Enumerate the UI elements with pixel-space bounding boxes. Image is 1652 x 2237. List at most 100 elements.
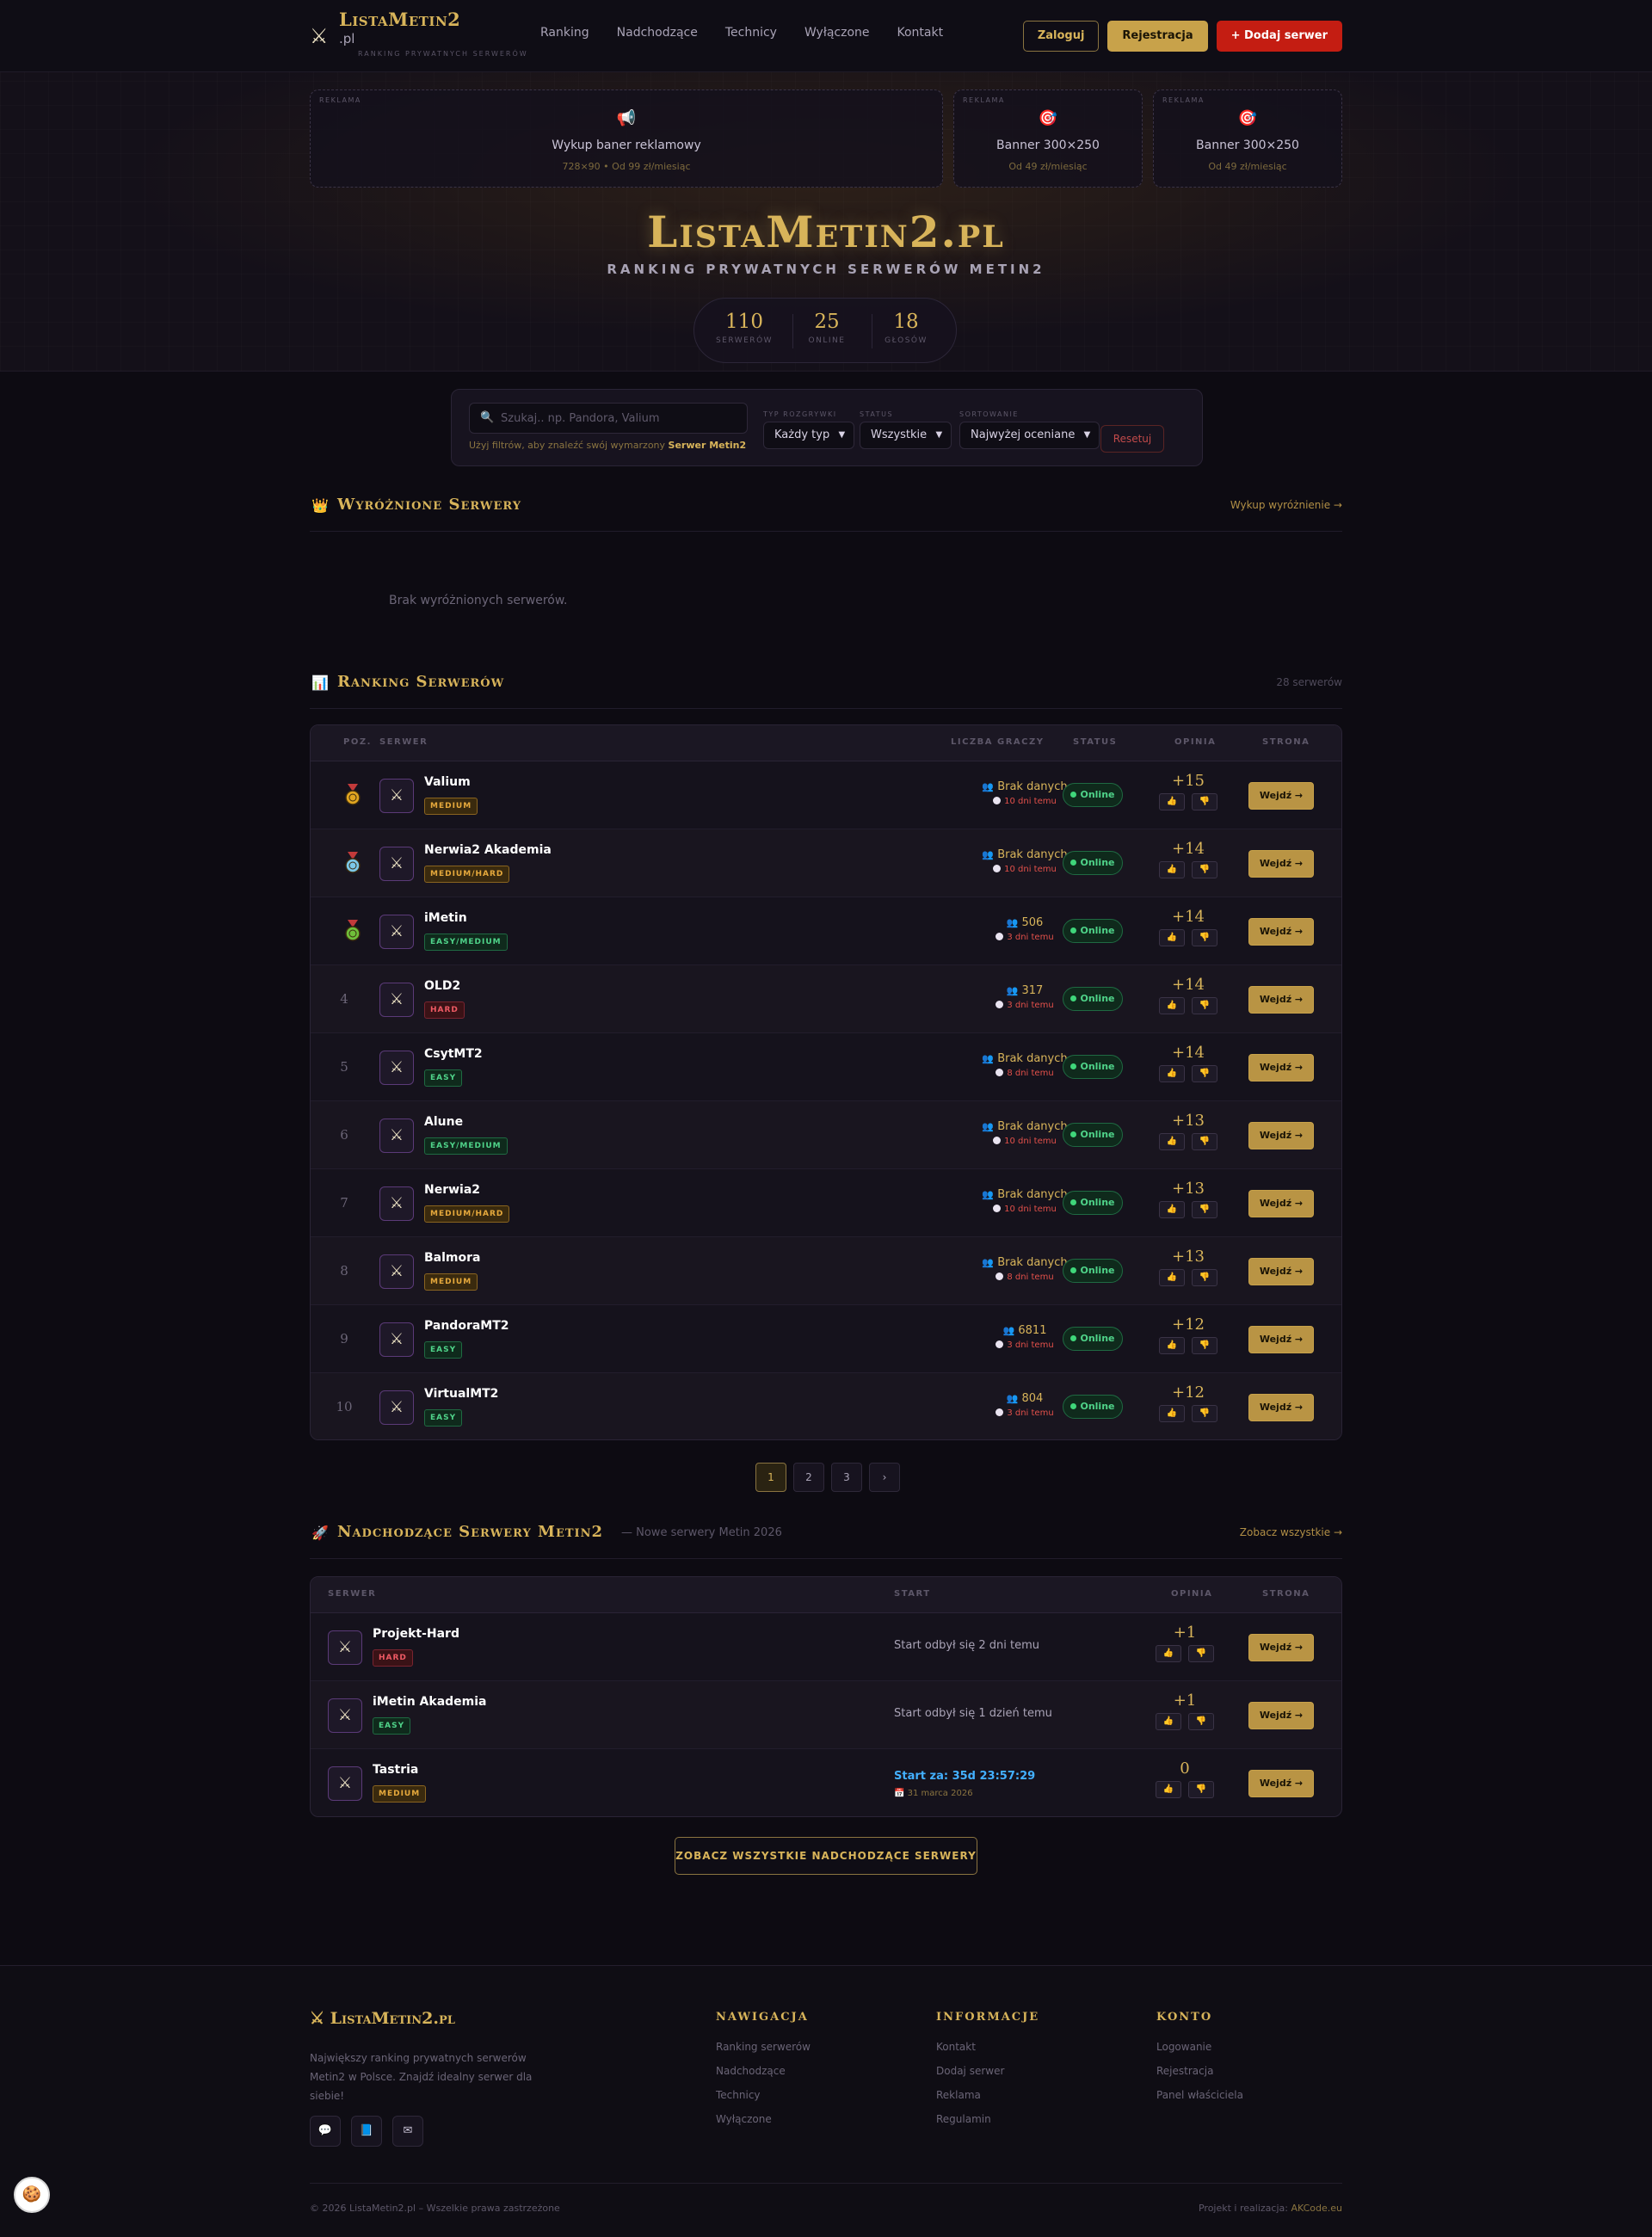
footer-link-disabled[interactable]: Wyłączone <box>716 2113 811 2125</box>
users-icon: 👥 <box>982 1189 995 1200</box>
thumbs-up-icon[interactable]: 👍 <box>1156 1645 1181 1662</box>
next-page-button[interactable]: › <box>869 1463 900 1492</box>
page-1-button[interactable]: 1 <box>755 1463 786 1492</box>
enter-server-button[interactable]: Wejdź → <box>1248 782 1314 810</box>
server-name[interactable]: Nerwia2 <box>424 1183 480 1197</box>
thumbs-down-icon[interactable]: 👎 <box>1188 1781 1214 1798</box>
hero-subtitle: RANKING PRYWATNYCH SERWERÓW METIN2 <box>607 262 1045 277</box>
thumbs-down-icon[interactable]: 👎 <box>1192 1405 1217 1422</box>
nav-disabled[interactable]: Wyłączone <box>804 26 870 40</box>
footer-link-ads[interactable]: Reklama <box>936 2089 1039 2101</box>
footer-link-register[interactable]: Rejestracja <box>1156 2065 1243 2077</box>
thumbs-down-icon[interactable]: 👎 <box>1192 793 1217 810</box>
facebook-icon[interactable]: 📘 <box>351 2116 382 2147</box>
email-icon[interactable]: ✉ <box>392 2116 423 2147</box>
thumbs-up-icon[interactable]: 👍 <box>1159 1405 1185 1422</box>
footer-link-add-server[interactable]: Dodaj serwer <box>936 2065 1039 2077</box>
see-all-upcoming-button[interactable]: ZOBACZ WSZYSTKIE NADCHODZĄCE SERWERY <box>675 1837 977 1875</box>
page-2-button[interactable]: 2 <box>793 1463 824 1492</box>
enter-server-button[interactable]: Wejdź → <box>1248 850 1314 878</box>
enter-server-button[interactable]: Wejdź → <box>1248 1054 1314 1082</box>
thumbs-up-icon[interactable]: 👍 <box>1159 861 1185 878</box>
footer-link-upcoming[interactable]: Nadchodzące <box>716 2065 811 2077</box>
enter-server-button[interactable]: Wejdź → <box>1248 1122 1314 1149</box>
thumbs-up-icon[interactable]: 👍 <box>1156 1713 1181 1730</box>
footer-link-owner-panel[interactable]: Panel właściciela <box>1156 2089 1243 2101</box>
enter-server-button[interactable]: Wejdź → <box>1248 1634 1314 1661</box>
footer-link-technicians[interactable]: Technicy <box>716 2089 811 2101</box>
discord-icon[interactable]: 💬 <box>310 2116 341 2147</box>
server-name[interactable]: VirtualMT2 <box>424 1387 498 1401</box>
footer-link-ranking[interactable]: Ranking serwerów <box>716 2041 811 2053</box>
server-name[interactable]: iMetin <box>424 911 467 925</box>
nav-technicians[interactable]: Technicy <box>725 26 777 40</box>
thumbs-up-icon[interactable]: 👍 <box>1159 1201 1185 1218</box>
server-name[interactable]: Projekt-Hard <box>373 1627 459 1641</box>
register-button[interactable]: Rejestracja <box>1107 21 1208 52</box>
ad-banner-wide[interactable]: REKLAMA 📢 Wykup baner reklamowy 728×90 •… <box>310 89 943 188</box>
thumbs-down-icon[interactable]: 👎 <box>1192 929 1217 946</box>
enter-server-button[interactable]: Wejdź → <box>1248 1326 1314 1353</box>
page-3-button[interactable]: 3 <box>831 1463 862 1492</box>
thumbs-down-icon[interactable]: 👎 <box>1192 1269 1217 1286</box>
thumbs-up-icon[interactable]: 👍 <box>1159 929 1185 946</box>
add-server-button[interactable]: + Dodaj serwer <box>1216 21 1342 52</box>
server-swords-icon: ⚔ <box>379 1254 414 1289</box>
thumbs-down-icon[interactable]: 👎 <box>1188 1713 1214 1730</box>
thumbs-down-icon[interactable]: 👎 <box>1192 1337 1217 1354</box>
search-input[interactable] <box>501 404 742 433</box>
server-name[interactable]: CsytMT2 <box>424 1047 483 1061</box>
see-all-upcoming-link[interactable]: Zobacz wszystkie → <box>1240 1526 1342 1538</box>
thumbs-up-icon[interactable]: 👍 <box>1156 1781 1181 1798</box>
enter-server-button[interactable]: Wejdź → <box>1248 918 1314 946</box>
reset-button[interactable]: Resetuj <box>1100 425 1164 453</box>
status-select[interactable]: Wszystkie ▼ <box>860 422 952 449</box>
players-value: Brak danych <box>997 1188 1068 1201</box>
buy-featured-link[interactable]: Wykup wyróżnienie → <box>1230 499 1342 511</box>
credit-link[interactable]: AKCode.eu <box>1291 2203 1342 2214</box>
ad-banner-square-1[interactable]: REKLAMA 🎯 Banner 300×250 Od 49 zł/miesią… <box>953 89 1143 188</box>
type-select[interactable]: Każdy typ ▼ <box>763 422 855 449</box>
footer-link-terms[interactable]: Regulamin <box>936 2113 1039 2125</box>
server-name[interactable]: Nerwia2 Akademia <box>424 843 552 857</box>
status-badge: Online <box>1063 1327 1123 1351</box>
thumbs-up-icon[interactable]: 👍 <box>1159 1337 1185 1354</box>
server-name[interactable]: Balmora <box>424 1251 480 1265</box>
footer-logo[interactable]: ⚔ ListaMetin2.pl <box>310 2009 455 2028</box>
footer-link-contact[interactable]: Kontakt <box>936 2041 1039 2053</box>
server-name[interactable]: Alune <box>424 1115 463 1129</box>
thumbs-down-icon[interactable]: 👎 <box>1192 1065 1217 1082</box>
thumbs-up-icon[interactable]: 👍 <box>1159 997 1185 1014</box>
thumbs-down-icon[interactable]: 👎 <box>1188 1645 1214 1662</box>
enter-server-button[interactable]: Wejdź → <box>1248 1190 1314 1217</box>
thumbs-down-icon[interactable]: 👎 <box>1192 861 1217 878</box>
server-name[interactable]: Tastria <box>373 1763 418 1777</box>
nav-ranking[interactable]: Ranking <box>540 26 589 40</box>
opinion-score: 0 <box>1180 1759 1190 1778</box>
site-logo[interactable]: ⚔ ListaMetin2 .pl Ranking prywatnych ser… <box>310 9 533 64</box>
sort-select[interactable]: Najwyżej oceniane ▼ <box>959 422 1100 449</box>
server-name[interactable]: iMetin Akademia <box>373 1695 487 1709</box>
thumbs-down-icon[interactable]: 👎 <box>1192 997 1217 1014</box>
nav-upcoming[interactable]: Nadchodzące <box>617 26 698 40</box>
clock-icon <box>996 1069 1004 1076</box>
thumbs-down-icon[interactable]: 👎 <box>1192 1201 1217 1218</box>
enter-server-button[interactable]: Wejdź → <box>1248 986 1314 1014</box>
enter-server-button[interactable]: Wejdź → <box>1248 1770 1314 1797</box>
enter-server-button[interactable]: Wejdź → <box>1248 1702 1314 1729</box>
thumbs-down-icon[interactable]: 👎 <box>1192 1133 1217 1150</box>
enter-server-button[interactable]: Wejdź → <box>1248 1394 1314 1421</box>
thumbs-up-icon[interactable]: 👍 <box>1159 1269 1185 1286</box>
server-name[interactable]: PandoraMT2 <box>424 1319 509 1333</box>
server-name[interactable]: OLD2 <box>424 979 460 993</box>
server-name[interactable]: Valium <box>424 775 471 789</box>
footer-link-login[interactable]: Logowanie <box>1156 2041 1243 2053</box>
enter-server-button[interactable]: Wejdź → <box>1248 1258 1314 1285</box>
thumbs-up-icon[interactable]: 👍 <box>1159 1065 1185 1082</box>
nav-contact[interactable]: Kontakt <box>897 26 944 40</box>
thumbs-up-icon[interactable]: 👍 <box>1159 1133 1185 1150</box>
cookie-settings-icon[interactable]: 🍪 <box>14 2177 50 2213</box>
login-button[interactable]: Zaloguj <box>1022 21 1100 52</box>
thumbs-up-icon[interactable]: 👍 <box>1159 793 1185 810</box>
ad-banner-square-2[interactable]: REKLAMA 🎯 Banner 300×250 Od 49 zł/miesią… <box>1153 89 1342 188</box>
